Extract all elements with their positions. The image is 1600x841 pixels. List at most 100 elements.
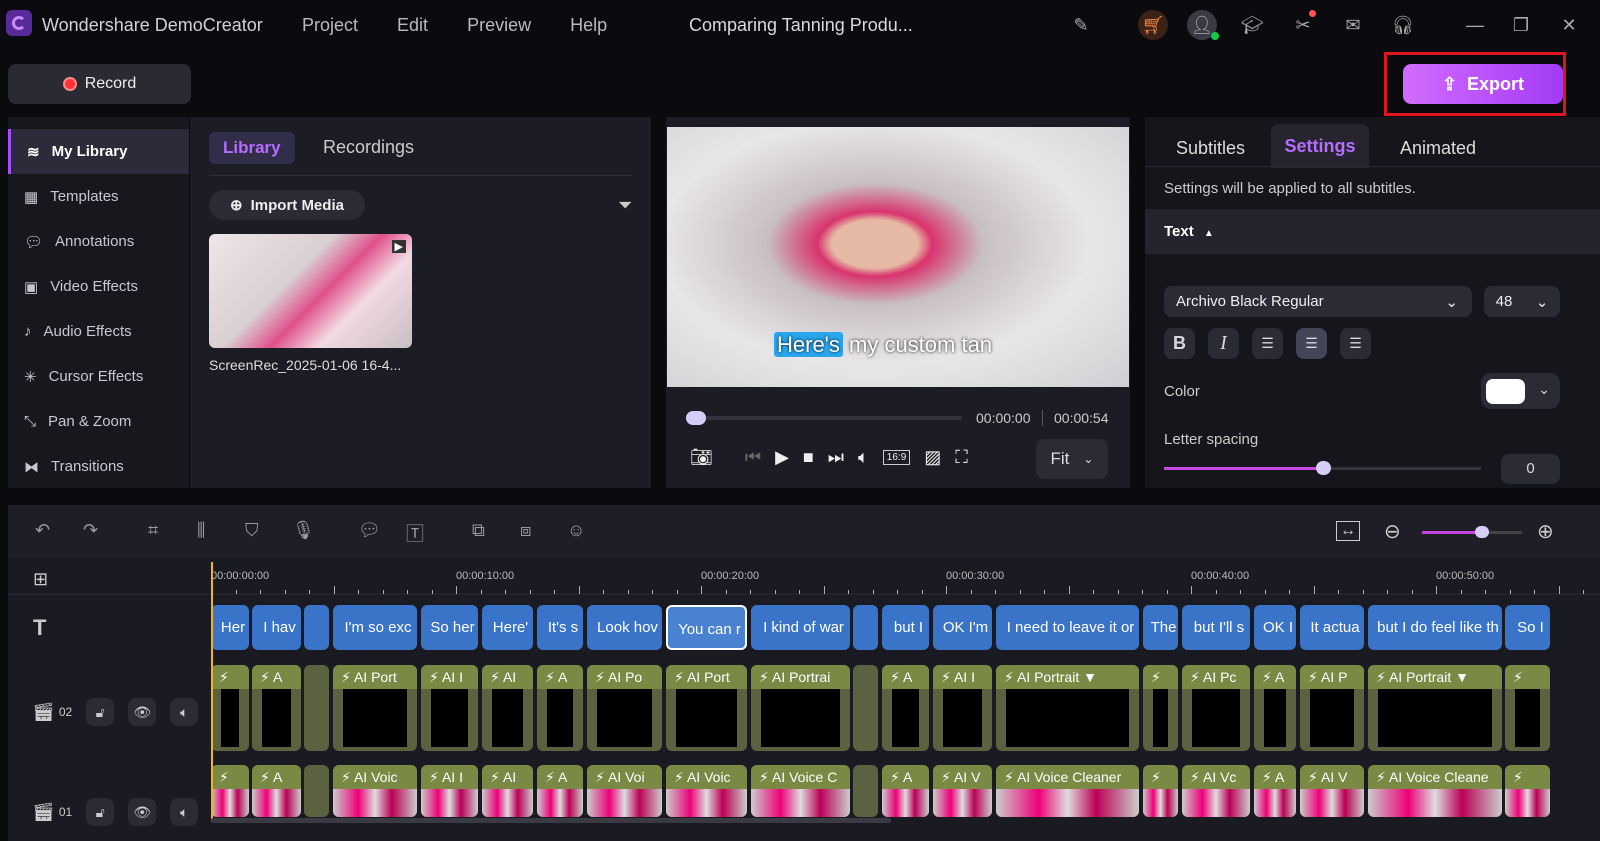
restore-icon[interactable]: ❐ bbox=[1508, 12, 1534, 38]
tutorial-icon[interactable]: 🎓︎ bbox=[1239, 12, 1265, 38]
mail-icon[interactable]: ✉ bbox=[1340, 12, 1366, 38]
minimize-icon[interactable]: — bbox=[1462, 12, 1488, 38]
subtitle-clip[interactable]: Here' bbox=[482, 605, 533, 650]
menu-edit[interactable]: Edit bbox=[397, 15, 428, 36]
align-left-button[interactable]: ☰ bbox=[1252, 328, 1283, 359]
visibility-icon[interactable]: 👁︎ bbox=[128, 698, 157, 726]
subtitle-clip[interactable] bbox=[304, 605, 329, 650]
playhead[interactable] bbox=[211, 562, 213, 822]
video-clip[interactable]: ⚡︎ bbox=[211, 665, 249, 751]
subtitle-clip[interactable]: I hav bbox=[252, 605, 301, 650]
timeline-scrollbar[interactable] bbox=[211, 818, 891, 823]
fullscreen-icon[interactable]: ⛶ bbox=[955, 447, 968, 468]
video-clip[interactable]: ⚡︎ AI Port bbox=[666, 665, 747, 751]
undo-icon[interactable]: ↶ bbox=[35, 520, 50, 541]
tab-library[interactable]: Library bbox=[209, 132, 295, 164]
stop-icon[interactable]: ■ bbox=[803, 447, 814, 468]
audio-video-clip[interactable]: ⚡︎ AI Voic bbox=[333, 765, 417, 817]
support-icon[interactable]: 🎧︎ bbox=[1390, 12, 1416, 38]
audio-video-clip[interactable]: ⚡︎ AI bbox=[482, 765, 533, 817]
audio-video-clip[interactable]: ⚡︎ bbox=[1505, 765, 1550, 817]
previous-frame-icon[interactable]: ⏮︎ bbox=[745, 447, 761, 468]
subtitle-clip[interactable]: OK I'm bbox=[933, 605, 992, 650]
video-clip[interactable]: ⚡︎ AI I bbox=[421, 665, 478, 751]
mute-icon[interactable]: 🔈︎ bbox=[170, 798, 199, 826]
audio-video-clip[interactable]: ⚡︎ AI Voi bbox=[587, 765, 662, 817]
record-button[interactable]: Record bbox=[8, 64, 191, 104]
fit-dropdown[interactable]: Fit ⌄ bbox=[1036, 439, 1108, 479]
audio-video-clip[interactable] bbox=[304, 765, 329, 817]
letter-spacing-input[interactable]: 0 bbox=[1501, 454, 1560, 484]
video-clip[interactable]: ⚡︎ AI Port bbox=[333, 665, 417, 751]
audio-video-clip[interactable]: ⚡︎ AI V bbox=[933, 765, 992, 817]
video-clip[interactable]: ⚡︎ AI Portrait ▼ bbox=[1368, 665, 1502, 751]
slider-handle[interactable] bbox=[1475, 526, 1489, 538]
video-clip[interactable]: ⚡︎ AI Pc bbox=[1182, 665, 1250, 751]
background-icon[interactable]: ▨ bbox=[924, 447, 941, 468]
subtitle-clip[interactable]: Her bbox=[211, 605, 249, 650]
subtitle-clip[interactable]: So her bbox=[421, 605, 478, 650]
tab-settings[interactable]: Settings bbox=[1271, 124, 1369, 168]
sidebar-item-audio-effects[interactable]: ♪ Audio Effects bbox=[8, 309, 189, 354]
avatar-icon[interactable]: ☺ bbox=[567, 520, 585, 541]
sidebar-item-annotations[interactable]: 💬︎ Annotations bbox=[8, 219, 189, 264]
video-clip[interactable] bbox=[853, 665, 878, 751]
filter-icon[interactable]: ⏷ bbox=[618, 195, 632, 216]
audio-video-clip[interactable]: ⚡︎ AI Voice C bbox=[751, 765, 850, 817]
screenshot-icon[interactable]: 📷︎ bbox=[690, 447, 713, 468]
video-clip[interactable]: ⚡︎ AI I bbox=[933, 665, 992, 751]
subtitle-clip[interactable] bbox=[853, 605, 878, 650]
caption-icon[interactable]: 💬︎ bbox=[358, 520, 381, 541]
fit-timeline-icon[interactable]: ↔ bbox=[1336, 521, 1360, 541]
audio-video-clip[interactable]: ⚡︎ AI Vc bbox=[1182, 765, 1250, 817]
crop-icon[interactable]: ⌗ bbox=[148, 520, 158, 541]
subtitle-clip[interactable]: I'm so exc bbox=[333, 605, 417, 650]
zoom-out-icon[interactable]: ⊖ bbox=[1384, 519, 1401, 544]
audio-video-clip[interactable]: ⚡︎ AI Voic bbox=[666, 765, 747, 817]
cart-icon[interactable]: 🛒︎ bbox=[1138, 10, 1168, 40]
menu-preview[interactable]: Preview bbox=[467, 15, 531, 36]
volume-icon[interactable]: 🔈︎ bbox=[858, 447, 869, 468]
sidebar-item-pan-zoom[interactable]: ⤡ Pan & Zoom bbox=[8, 399, 189, 444]
video-clip[interactable]: ⚡︎ AI Portrait ▼ bbox=[996, 665, 1139, 751]
bold-button[interactable]: B bbox=[1164, 328, 1195, 359]
audio-video-clip[interactable]: ⚡︎ AI Voice Cleaner bbox=[996, 765, 1139, 817]
sidebar-item-my-library[interactable]: ≋ My Library bbox=[8, 129, 189, 174]
align-right-button[interactable]: ☰ bbox=[1340, 328, 1371, 359]
timeline-zoom-slider[interactable] bbox=[1422, 526, 1522, 538]
redo-icon[interactable]: ↷ bbox=[83, 520, 98, 541]
subtitle-clip[interactable]: It's s bbox=[537, 605, 583, 650]
video-clip[interactable] bbox=[304, 665, 329, 751]
subtitle-clip[interactable]: I kind of war bbox=[751, 605, 850, 650]
add-track-icon[interactable]: ⊞ bbox=[33, 569, 48, 590]
playback-slider[interactable] bbox=[686, 411, 962, 425]
subtitle-icon[interactable]: ⧉ bbox=[472, 520, 485, 541]
audio-video-clip[interactable]: ⚡︎ AI I bbox=[421, 765, 478, 817]
audio-video-clip[interactable]: ⚡︎ bbox=[1143, 765, 1178, 817]
visibility-icon[interactable]: 👁︎ bbox=[128, 798, 157, 826]
audio-video-clip[interactable]: ⚡︎ A bbox=[1254, 765, 1296, 817]
subtitle-clip[interactable]: The bbox=[1143, 605, 1178, 650]
tools-icon[interactable]: ✂ bbox=[1290, 10, 1316, 38]
video-clip[interactable]: ⚡︎ A bbox=[252, 665, 301, 751]
video-clip[interactable]: ⚡︎ A bbox=[537, 665, 583, 751]
account-icon[interactable]: 👤︎ bbox=[1187, 10, 1219, 40]
next-frame-icon[interactable]: ⏭︎ bbox=[828, 447, 844, 468]
letter-spacing-slider[interactable] bbox=[1164, 461, 1481, 475]
marker-icon[interactable]: ⛉ bbox=[245, 520, 259, 541]
feedback-icon[interactable]: ✎ bbox=[1068, 12, 1094, 38]
microphone-icon[interactable]: 🎙︎ bbox=[292, 520, 315, 541]
italic-button[interactable]: I bbox=[1208, 328, 1239, 359]
audio-video-clip[interactable] bbox=[853, 765, 878, 817]
audio-video-clip[interactable]: ⚡︎ A bbox=[882, 765, 929, 817]
tts-icon[interactable]: ⧈ bbox=[520, 520, 531, 541]
subtitle-clip[interactable]: I need to leave it or bbox=[996, 605, 1139, 650]
lock-icon[interactable]: 🔓︎ bbox=[86, 798, 115, 826]
video-clip[interactable]: ⚡︎ bbox=[1505, 665, 1550, 751]
lock-icon[interactable]: 🔓︎ bbox=[86, 698, 115, 726]
video-clip[interactable]: ⚡︎ AI P bbox=[1300, 665, 1364, 751]
subtitle-clip[interactable]: but I do feel like th bbox=[1368, 605, 1502, 650]
split-icon[interactable]: ⫼ bbox=[197, 520, 205, 541]
audio-video-clip[interactable]: ⚡︎ A bbox=[537, 765, 583, 817]
video-clip[interactable]: ⚡︎ AI bbox=[482, 665, 533, 751]
